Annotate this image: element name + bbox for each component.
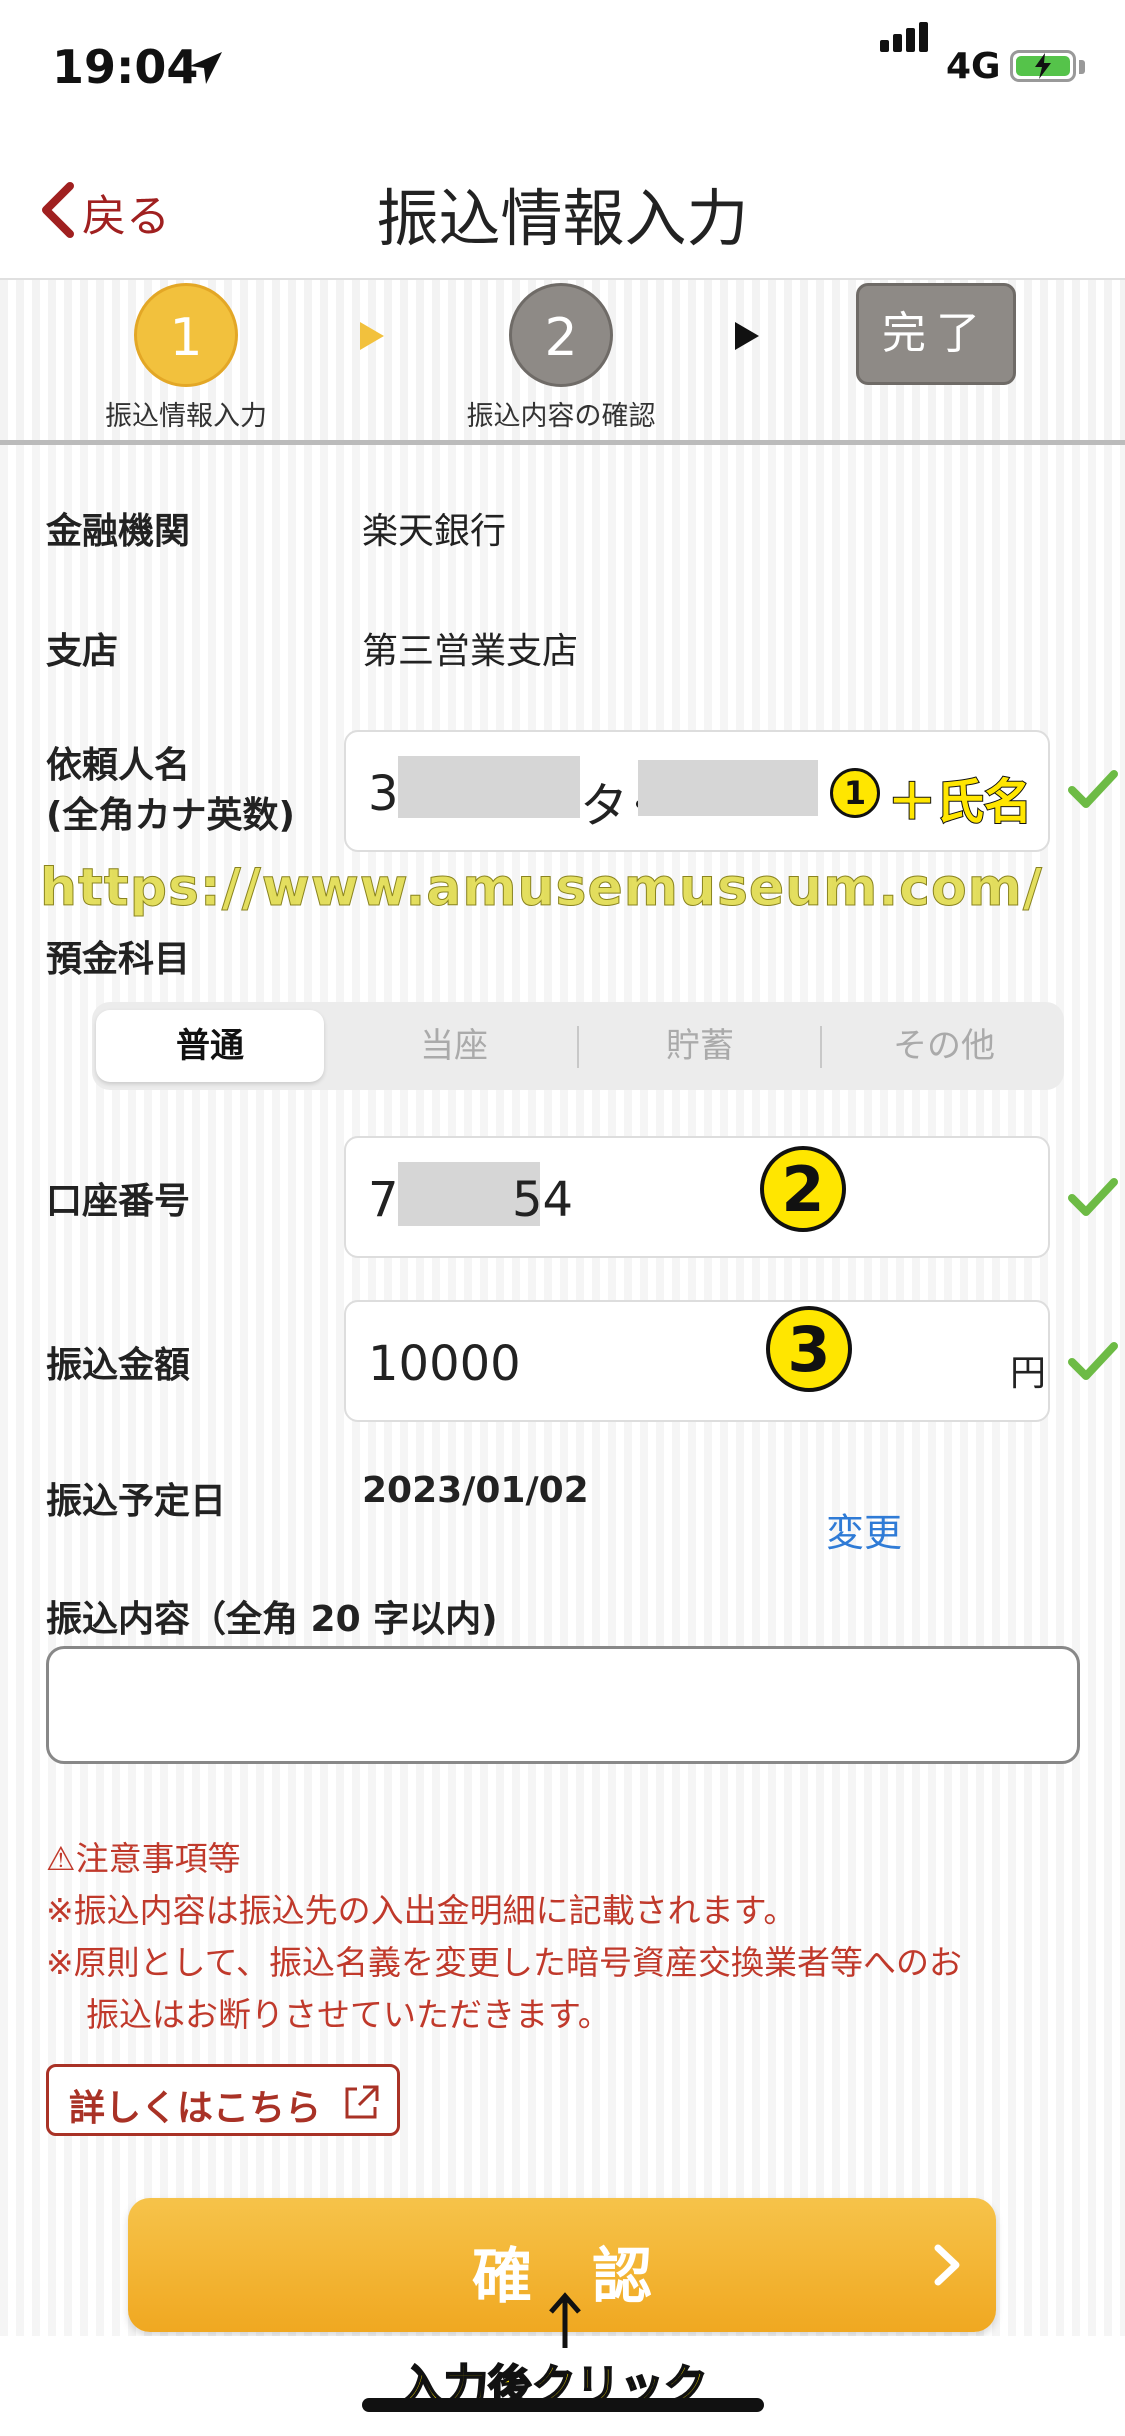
annotation-circle-2: 2 bbox=[760, 1146, 846, 1232]
amount-label: 振込金額 bbox=[46, 1345, 191, 1386]
account-number-suffix: 54 bbox=[512, 1172, 574, 1228]
notice-line-3: 振込はお断りさせていただきます。 bbox=[86, 1995, 611, 2034]
requester-sublabel: (全角カナ英数) bbox=[46, 795, 295, 836]
step-arrow-icon bbox=[735, 322, 759, 350]
branch-label: 支店 bbox=[46, 631, 119, 672]
page-title: 振込情報入力 bbox=[376, 182, 749, 255]
deposit-type-option-ordinary[interactable]: 普通 bbox=[96, 1010, 324, 1082]
step-arrow-icon bbox=[360, 322, 384, 350]
home-indicator bbox=[362, 2398, 764, 2412]
deposit-type-selector: 普通 当座 貯蓄 その他 bbox=[92, 1002, 1064, 1090]
notice-line-2: ※原則として、振込名義を変更した暗号資産交換業者等へのお bbox=[46, 1943, 963, 1982]
redaction-mask bbox=[398, 756, 580, 818]
amount-value: 10000 bbox=[368, 1336, 521, 1392]
transfer-date-label: 振込予定日 bbox=[46, 1481, 227, 1522]
annotation-circle-1: 1 bbox=[830, 768, 880, 818]
requester-label: 依頼人名 bbox=[46, 745, 191, 786]
bank-label: 金融機関 bbox=[46, 511, 191, 552]
notice-title: ⚠注意事項等 bbox=[46, 1839, 241, 1878]
segment-divider bbox=[820, 1026, 822, 1068]
battery-tip bbox=[1079, 60, 1085, 74]
check-icon bbox=[1068, 770, 1118, 808]
up-arrow-icon bbox=[549, 2292, 581, 2348]
step-complete-badge: 完了 bbox=[856, 283, 1016, 385]
deposit-type-label: 預金科目 bbox=[46, 939, 191, 980]
step-2-circle: 2 bbox=[509, 283, 613, 387]
location-arrow-icon bbox=[190, 52, 222, 84]
step-1-caption: 振込情報入力 bbox=[105, 401, 267, 432]
details-link-label: 詳しくはこちら bbox=[69, 2088, 322, 2129]
amount-unit: 円 bbox=[1010, 1353, 1047, 1394]
step-1-circle: 1 bbox=[134, 283, 238, 387]
deposit-type-option-savings[interactable]: 貯蓄 bbox=[586, 1010, 814, 1082]
segment-divider bbox=[577, 1026, 579, 1068]
memo-label: 振込内容（全角 20 字以内) bbox=[46, 1599, 498, 1640]
account-number-input[interactable]: 7 54 bbox=[344, 1136, 1050, 1258]
amount-input[interactable]: 10000 円 bbox=[344, 1300, 1050, 1422]
bank-value: 楽天銀行 bbox=[362, 511, 507, 552]
battery-icon bbox=[1010, 50, 1076, 82]
notice-line-1: ※振込内容は振込先の入出金明細に記載されます。 bbox=[46, 1891, 797, 1930]
transfer-date-value: 2023/01/02 bbox=[362, 1470, 589, 1511]
change-date-link[interactable]: 変更 bbox=[826, 1502, 902, 1557]
account-number-label: 口座番号 bbox=[46, 1181, 191, 1222]
branch-value: 第三営業支店 bbox=[362, 631, 579, 672]
requester-name-prefix: 3 bbox=[368, 766, 399, 822]
external-link-icon bbox=[345, 2085, 379, 2119]
step-2-caption: 振込内容の確認 bbox=[466, 401, 656, 432]
network-type: 4G bbox=[946, 46, 1001, 87]
watermark-url: https://www.amusemuseum.com/ bbox=[40, 858, 1043, 919]
annotation-circle-3: 3 bbox=[766, 1306, 852, 1392]
status-time: 19:04 bbox=[52, 40, 199, 94]
account-number-prefix: 7 bbox=[368, 1172, 399, 1228]
deposit-type-option-other[interactable]: その他 bbox=[830, 1010, 1058, 1082]
check-icon bbox=[1068, 1342, 1118, 1380]
annotation-name-note: ＋氏名 bbox=[887, 773, 1033, 831]
details-link-button[interactable]: 詳しくはこちら bbox=[46, 2064, 400, 2136]
chevron-right-icon bbox=[934, 2244, 960, 2286]
deposit-type-option-checking[interactable]: 当座 bbox=[340, 1010, 568, 1082]
check-icon bbox=[1068, 1178, 1118, 1216]
memo-input[interactable] bbox=[46, 1646, 1080, 1764]
redaction-mask bbox=[638, 760, 818, 816]
